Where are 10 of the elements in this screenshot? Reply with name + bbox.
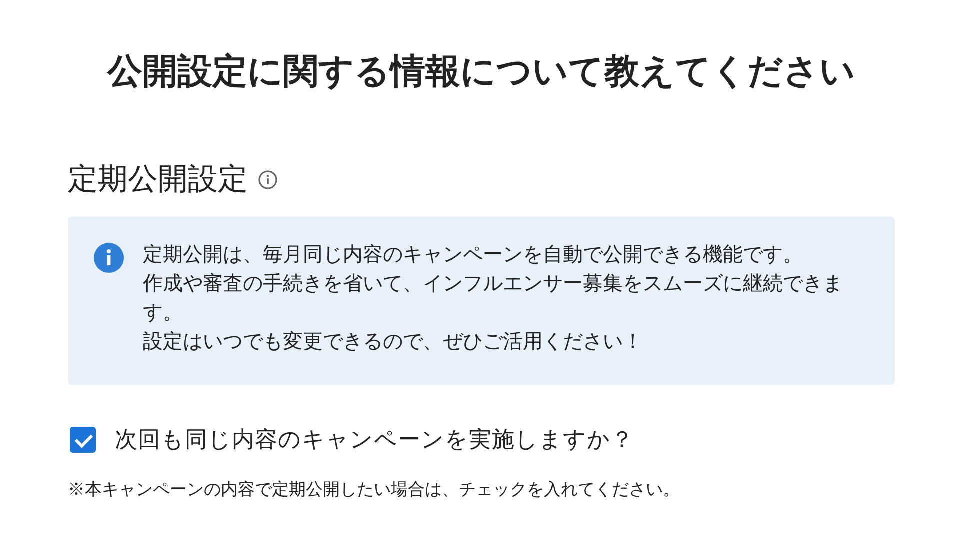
section-heading: 定期公開設定 xyxy=(68,162,248,198)
info-text: 作成や審査の手続きを省いて、インフルエンサー募集をスムーズに継続できます。 xyxy=(143,272,844,326)
note-text: ※本キャンペーンの内容で定期公開したい場合は、チェックを入れてください。 xyxy=(68,479,681,501)
info-text: 定期公開は、毎月同じ内容のキャンペーンを自動で公開できる機能です。 xyxy=(143,243,804,268)
info-text: 設定はいつでも変更できるので、ぜひご活用ください！ xyxy=(143,330,644,355)
page-title: 公開設定に関する情報について教えてください xyxy=(106,51,856,93)
checkbox-label: 次回も同じ内容のキャンペーンを実施しますか？ xyxy=(115,426,634,454)
info-icon xyxy=(94,243,124,273)
checkbox[interactable] xyxy=(70,427,96,453)
info-icon[interactable] xyxy=(258,170,278,190)
